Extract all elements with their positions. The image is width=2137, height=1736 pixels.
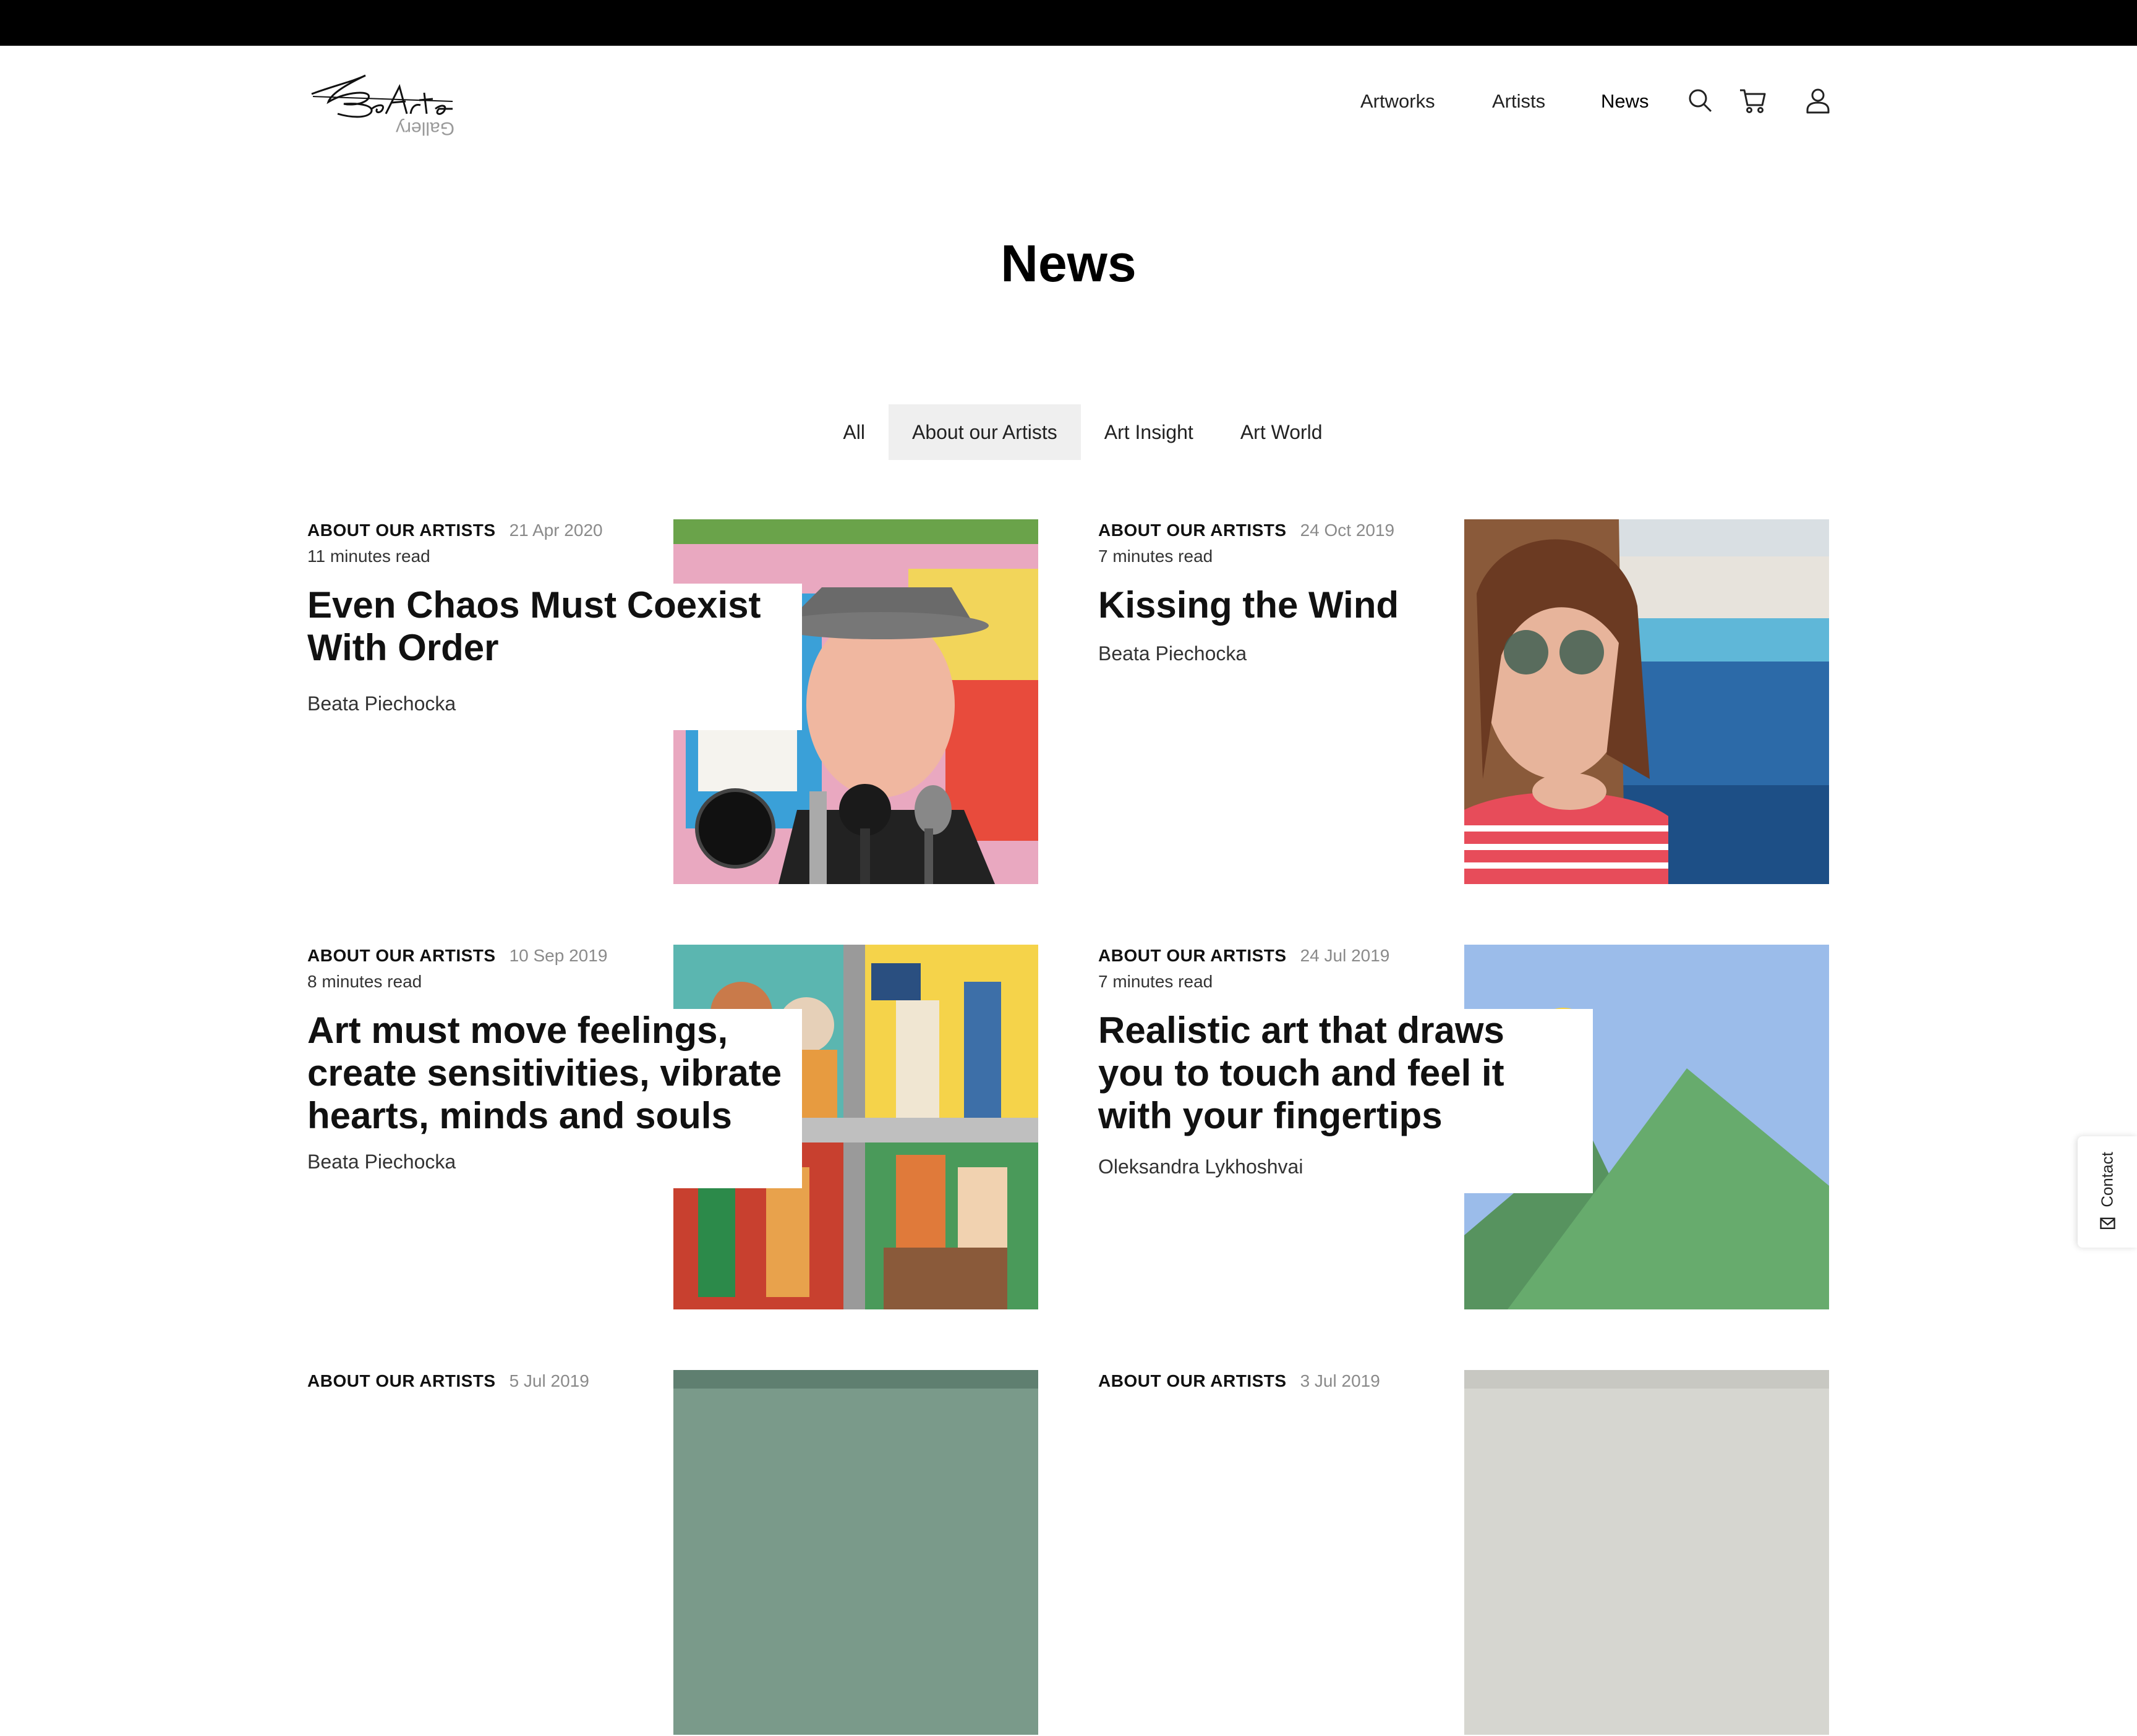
tab-art-world[interactable]: Art World [1217,404,1346,460]
logo-subtitle: Gallery [396,118,454,136]
article-card[interactable]: ABOUT OUR ARTISTS 5 Jul 2019 [307,1370,1069,1736]
article-category[interactable]: ABOUT OUR ARTISTS [307,521,496,540]
cart-icon[interactable] [1738,85,1768,116]
article-read-time: 7 minutes read [1098,547,1213,566]
tab-about-our-artists[interactable]: About our Artists [888,404,1081,460]
nav-artworks[interactable]: Artworks [1360,87,1435,116]
article-image[interactable] [673,1370,1038,1735]
article-category[interactable]: ABOUT OUR ARTISTS [307,946,496,965]
nav-news[interactable]: News [1601,87,1649,116]
tab-art-insight[interactable]: Art Insight [1081,404,1217,460]
article-title[interactable]: Realistic art that draws you to touch an… [1098,1009,1568,1137]
search-icon[interactable] [1685,85,1716,116]
article-date: 21 Apr 2020 [509,521,603,540]
page-title: News [1000,234,1137,292]
user-icon[interactable] [1802,85,1833,116]
article-date: 24 Jul 2019 [1300,946,1390,965]
article-read-time: 8 minutes read [307,972,422,991]
article-image[interactable] [1464,519,1829,884]
article-card[interactable]: ABOUT OUR ARTISTS 10 Sep 2019 8 minutes r… [307,945,1069,1311]
article-card[interactable]: ABOUT OUR ARTISTS 3 Jul 2019 [1098,1370,1860,1736]
article-author[interactable]: Beata Piechocka [1098,642,1444,665]
article-card[interactable]: ABOUT OUR ARTISTS 24 Jul 2019 7 minutes r… [1098,945,1860,1311]
article-date: 24 Oct 2019 [1300,521,1395,540]
article-read-time: 11 minutes read [307,547,430,566]
contact-label: Contact [2097,1152,2117,1207]
article-date: 10 Sep 2019 [509,946,608,965]
article-image[interactable] [1464,1370,1829,1735]
article-title[interactable]: Kissing the Wind [1098,584,1444,626]
article-author[interactable]: Beata Piechocka [307,692,802,715]
contact-tab[interactable]: Contact [2078,1136,2137,1248]
article-author[interactable]: Beata Piechocka [307,1151,802,1173]
mail-icon [2099,1217,2115,1230]
tab-all[interactable]: All [819,404,889,460]
article-category[interactable]: ABOUT OUR ARTISTS [1098,521,1287,540]
article-title[interactable]: Art must move feelings, create sensitivi… [307,1009,790,1137]
article-author[interactable]: Oleksandra Lykhoshvai [1098,1155,1593,1178]
article-card[interactable]: ABOUT OUR ARTISTS 24 Oct 2019 7 minutes r… [1098,519,1860,885]
browser-top-bar [0,0,2137,46]
category-filter: All About our Artists Art Insight Art Wo… [0,404,2137,460]
article-category[interactable]: ABOUT OUR ARTISTS [1098,946,1287,965]
article-card[interactable]: ABOUT OUR ARTISTS 21 Apr 2020 11 minutes … [307,519,1069,885]
nav-artists[interactable]: Artists [1492,87,1545,116]
gallery-logo[interactable]: Gallery [307,68,461,136]
article-read-time: 7 minutes read [1098,972,1213,991]
article-title[interactable]: Even Chaos Must Coexist With Order [307,584,777,669]
